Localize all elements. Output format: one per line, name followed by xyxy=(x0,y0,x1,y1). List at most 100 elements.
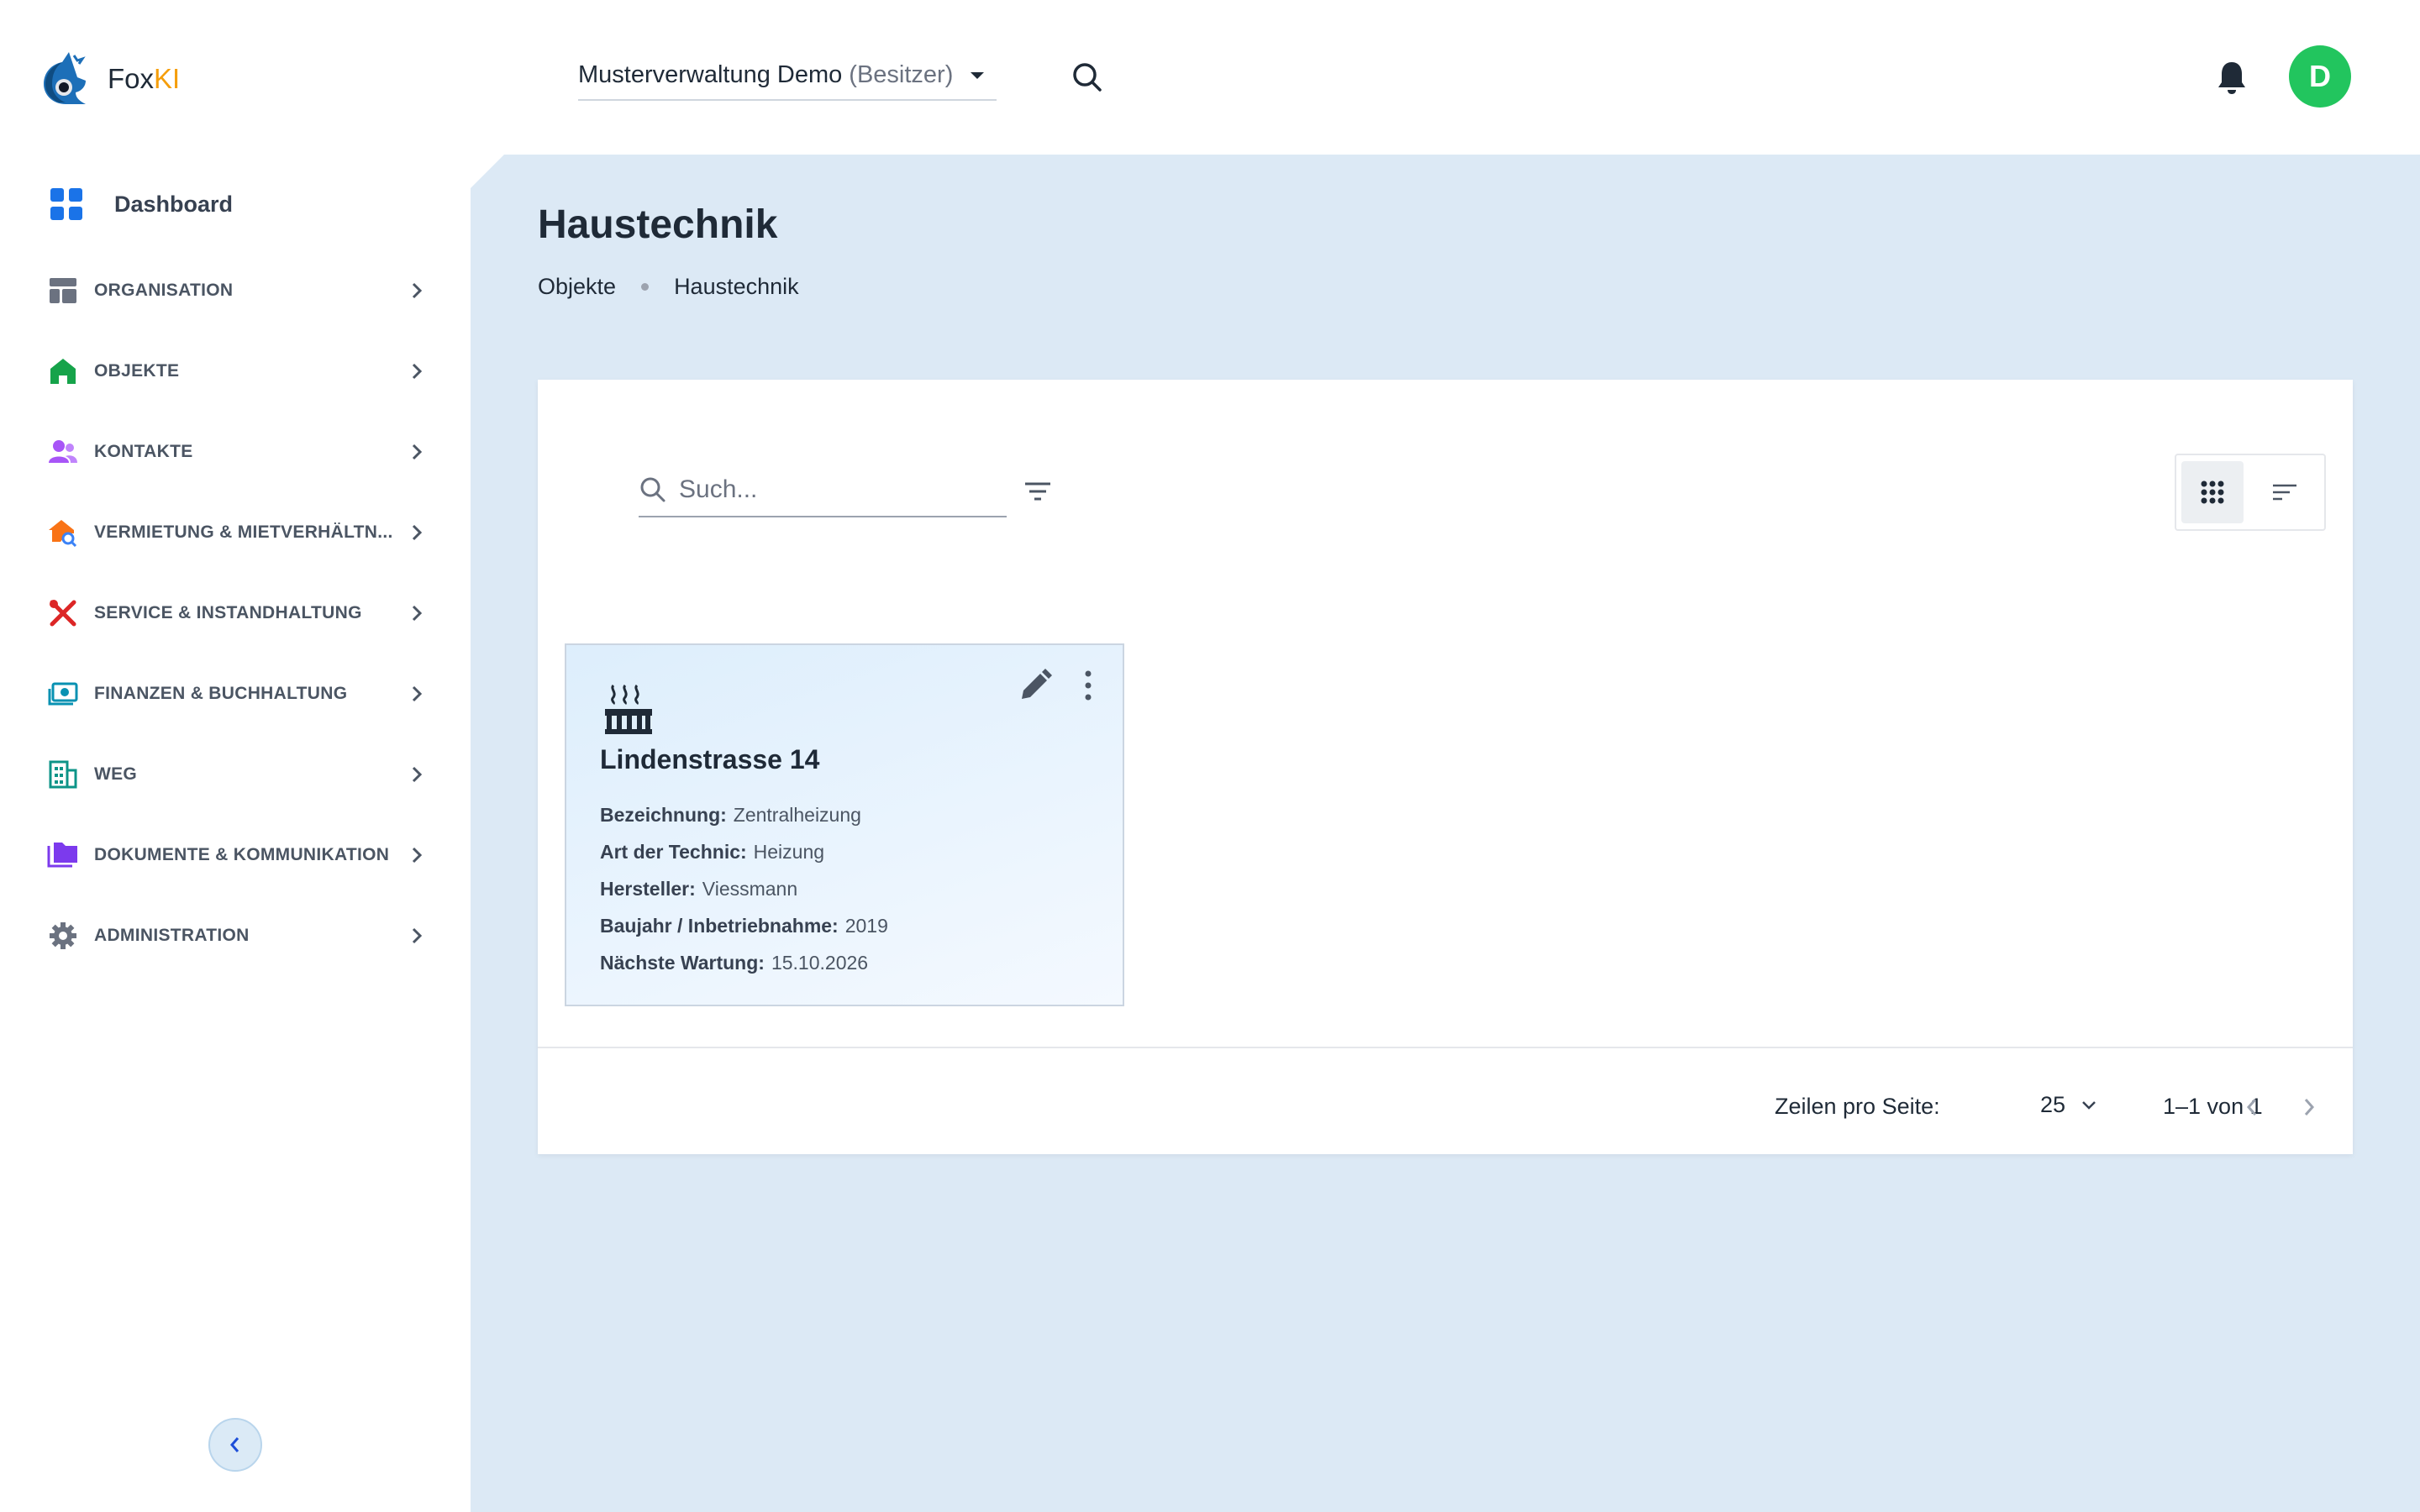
sidebar-item-vermietung[interactable]: VERMIETUNG & MIETVERHÄLTN... xyxy=(47,507,425,558)
card-row-key: Nächste Wartung: xyxy=(600,952,765,974)
chevron-right-icon xyxy=(412,282,423,299)
search-field[interactable] xyxy=(639,464,1007,517)
logo-text: FoxKI xyxy=(108,63,180,95)
breadcrumb-separator xyxy=(641,283,650,291)
org-role: (Besitzer) xyxy=(849,60,954,88)
card-title: Lindenstrasse 14 xyxy=(600,744,820,774)
card-row-value: Viessmann xyxy=(702,878,798,900)
avatar-initial: D xyxy=(2309,59,2331,93)
sidebar-item-label: Dashboard xyxy=(114,191,234,217)
rows-per-page-select[interactable]: 25 xyxy=(2040,1092,2097,1118)
rows-per-page-value: 25 xyxy=(2040,1092,2066,1117)
chevron-right-icon xyxy=(412,444,423,460)
dots-grid-icon xyxy=(2201,480,2224,504)
sidebar-item-dokumente[interactable]: DOKUMENTE & KOMMUNIKATION xyxy=(47,830,425,880)
chevron-right-icon xyxy=(412,363,423,380)
chevron-right-icon xyxy=(412,927,423,944)
sidebar-item-kontakte[interactable]: KONTAKTE xyxy=(47,427,425,477)
gear-icon xyxy=(47,920,79,952)
chevron-right-icon xyxy=(412,524,423,541)
card-row-hersteller: Hersteller: Viessmann xyxy=(600,870,888,907)
grid-view-button[interactable] xyxy=(2181,461,2244,523)
page-title: Haustechnik xyxy=(538,202,778,247)
house-icon xyxy=(47,355,79,387)
sidebar-item-service[interactable]: SERVICE & INSTANDHALTUNG xyxy=(47,588,425,638)
sidebar-item-label: WEG xyxy=(94,764,138,784)
edit-icon[interactable] xyxy=(1017,667,1054,704)
sidebar: Dashboard ORGANISATION OBJEKTE KONTAKTE xyxy=(0,155,471,1512)
layout-icon xyxy=(47,275,79,307)
card-row-value: Zentralheizung xyxy=(733,804,861,826)
app-root: FoxKI Musterverwaltung Demo (Besitzer) D xyxy=(0,0,2420,1512)
sidebar-item-finanzen[interactable]: FINANZEN & BUCHHALTUNG xyxy=(47,669,425,719)
main-content: Haustechnik Objekte Haustechnik Such... … xyxy=(471,155,2420,1512)
org-name: Musterverwaltung Demo xyxy=(578,60,843,88)
view-toggle xyxy=(2175,454,2326,531)
avatar[interactable]: D xyxy=(2289,45,2351,108)
card-row-bezeichnung: Bezeichnung: Zentralheizung xyxy=(600,796,888,833)
sidebar-item-administration[interactable]: ADMINISTRATION xyxy=(47,911,425,961)
chevron-right-icon xyxy=(412,847,423,864)
filter-icon[interactable] xyxy=(1020,474,1055,509)
card-details: Bezeichnung: Zentralheizung Art der Techn… xyxy=(600,796,888,981)
search-icon xyxy=(640,477,666,502)
card-row-key: Bezeichnung: xyxy=(600,804,727,826)
house-search-icon xyxy=(47,517,79,549)
heating-icon xyxy=(605,684,652,734)
logo[interactable]: FoxKI xyxy=(37,49,180,109)
search-input[interactable] xyxy=(679,475,998,504)
pagination: Zeilen pro Seite: 25 1–1 von 1 xyxy=(538,1060,2353,1154)
card-row-value: 2019 xyxy=(844,915,888,937)
content-panel: Lindenstrasse 14 Bezeichnung: Zentralheiz… xyxy=(538,380,2353,1154)
card-row-value: 15.10.2026 xyxy=(771,952,869,974)
sidebar-item-label: VERMIETUNG & MIETVERHÄLTN... xyxy=(94,522,393,542)
organization-select[interactable]: Musterverwaltung Demo (Besitzer) xyxy=(578,50,997,101)
money-icon xyxy=(47,678,79,710)
chevron-right-icon xyxy=(412,766,423,783)
sort-button[interactable] xyxy=(2254,461,2316,523)
sidebar-item-objekte[interactable]: OBJEKTE xyxy=(47,346,425,396)
chevron-left-icon xyxy=(230,1437,239,1452)
card-row-key: Art der Technic: xyxy=(600,841,747,863)
search-icon[interactable] xyxy=(1069,59,1106,96)
more-vertical-icon[interactable] xyxy=(1076,667,1101,704)
sidebar-item-label: ORGANISATION xyxy=(94,281,234,300)
technik-card[interactable]: Lindenstrasse 14 Bezeichnung: Zentralheiz… xyxy=(565,643,1124,1006)
panel-divider xyxy=(538,1047,2353,1048)
sidebar-item-label: SERVICE & INSTANDHALTUNG xyxy=(94,603,362,622)
card-row-art: Art der Technic: Heizung xyxy=(600,833,888,870)
next-page-button[interactable] xyxy=(2292,1090,2326,1124)
top-header: FoxKI Musterverwaltung Demo (Besitzer) D xyxy=(0,0,2420,155)
sidebar-collapse-button[interactable] xyxy=(208,1418,262,1472)
rows-per-page-label: Zeilen pro Seite: xyxy=(1775,1094,1940,1119)
breadcrumb-objekte[interactable]: Objekte xyxy=(538,274,616,300)
tools-icon xyxy=(47,597,79,629)
card-row-baujahr: Baujahr / Inbetriebnahme: 2019 xyxy=(600,907,888,944)
sidebar-item-organisation[interactable]: ORGANISATION xyxy=(47,265,425,316)
sidebar-item-label: KONTAKTE xyxy=(94,442,193,461)
sidebar-item-label: OBJEKTE xyxy=(94,361,180,381)
previous-page-button[interactable] xyxy=(2235,1090,2269,1124)
logo-ki-text: KI xyxy=(154,63,181,94)
caret-down-icon xyxy=(971,72,984,79)
card-row-value: Heizung xyxy=(753,841,825,863)
building-icon xyxy=(47,759,79,790)
bell-icon[interactable] xyxy=(2215,59,2249,96)
sidebar-item-label: FINANZEN & BUCHHALTUNG xyxy=(94,684,348,703)
logo-fox-text: Fox xyxy=(108,63,155,94)
sort-icon xyxy=(2273,484,2296,501)
sidebar-item-weg[interactable]: WEG xyxy=(47,749,425,800)
grid-icon xyxy=(50,188,82,220)
chevron-left-icon xyxy=(2246,1099,2257,1116)
card-row-key: Hersteller: xyxy=(600,878,696,900)
card-row-wartung: Nächste Wartung: 15.10.2026 xyxy=(600,944,888,981)
chevron-right-icon xyxy=(2304,1099,2315,1116)
breadcrumb-current: Haustechnik xyxy=(674,274,799,299)
fox-logo-icon xyxy=(44,52,86,104)
people-icon xyxy=(47,436,79,468)
chevron-right-icon xyxy=(412,605,423,622)
card-row-key: Baujahr / Inbetriebnahme: xyxy=(600,915,839,937)
chevron-right-icon xyxy=(412,685,423,702)
sidebar-item-dashboard[interactable]: Dashboard xyxy=(50,188,233,220)
chevron-down-icon xyxy=(2082,1100,2096,1110)
